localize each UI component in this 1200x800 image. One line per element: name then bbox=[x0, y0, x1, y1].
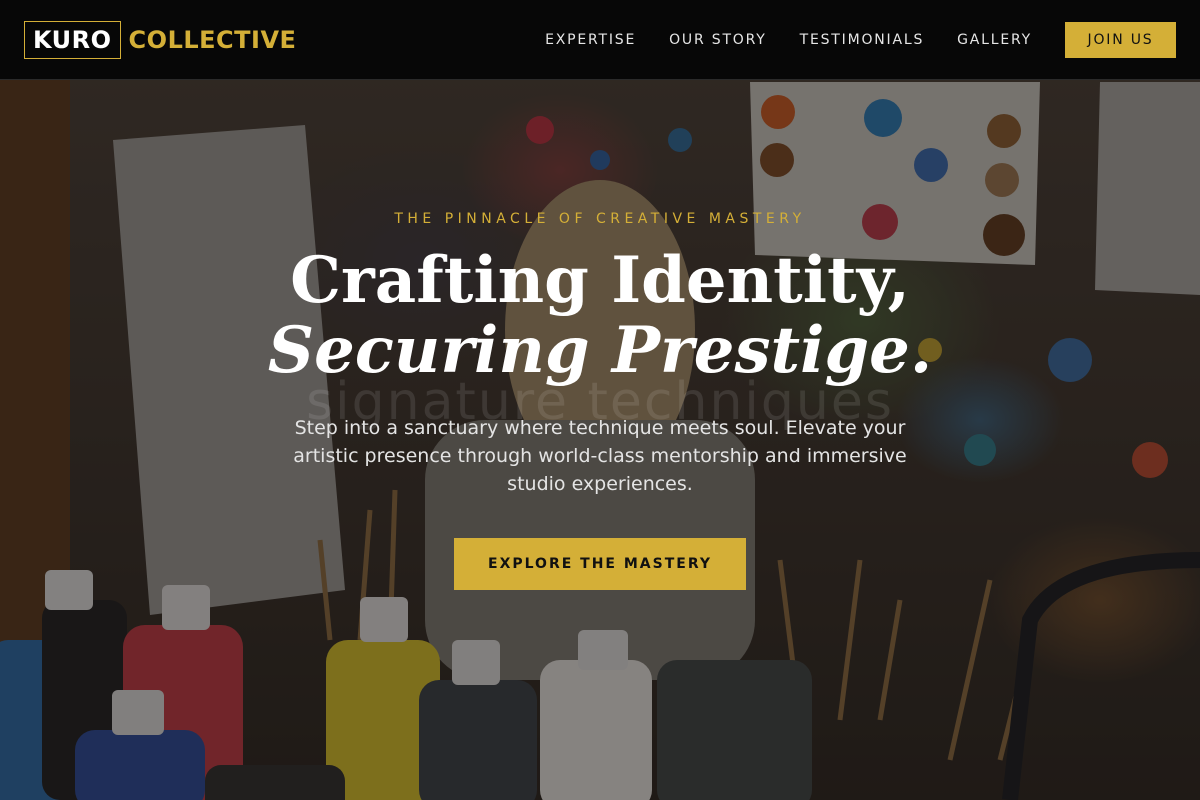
nav-link-testimonials[interactable]: TESTIMONIALS bbox=[800, 32, 925, 48]
nav-link-expertise[interactable]: EXPERTISE bbox=[545, 32, 636, 48]
headline-line-1: Crafting Identity, bbox=[290, 243, 910, 318]
hero-subtext: Step into a sanctuary where technique me… bbox=[293, 417, 907, 495]
logo-word: COLLECTIVE bbox=[128, 25, 297, 54]
join-us-button[interactable]: JOIN US bbox=[1065, 21, 1176, 58]
hero-eyebrow: THE PINNACLE OF CREATIVE MASTERY bbox=[394, 211, 806, 227]
nav-links: EXPERTISE OUR STORY TESTIMONIALS GALLERY… bbox=[545, 21, 1176, 58]
logo[interactable]: KURO COLLECTIVE bbox=[24, 20, 297, 59]
nav-link-gallery[interactable]: GALLERY bbox=[957, 32, 1032, 48]
top-nav: KURO COLLECTIVE EXPERTISE OUR STORY TEST… bbox=[0, 0, 1200, 80]
hero-headline: Crafting Identity, Securing Prestige. bbox=[0, 246, 1200, 386]
logo-box: KURO bbox=[24, 20, 121, 59]
explore-mastery-button[interactable]: EXPLORE THE MASTERY bbox=[454, 538, 746, 590]
nav-link-our-story[interactable]: OUR STORY bbox=[669, 32, 767, 48]
